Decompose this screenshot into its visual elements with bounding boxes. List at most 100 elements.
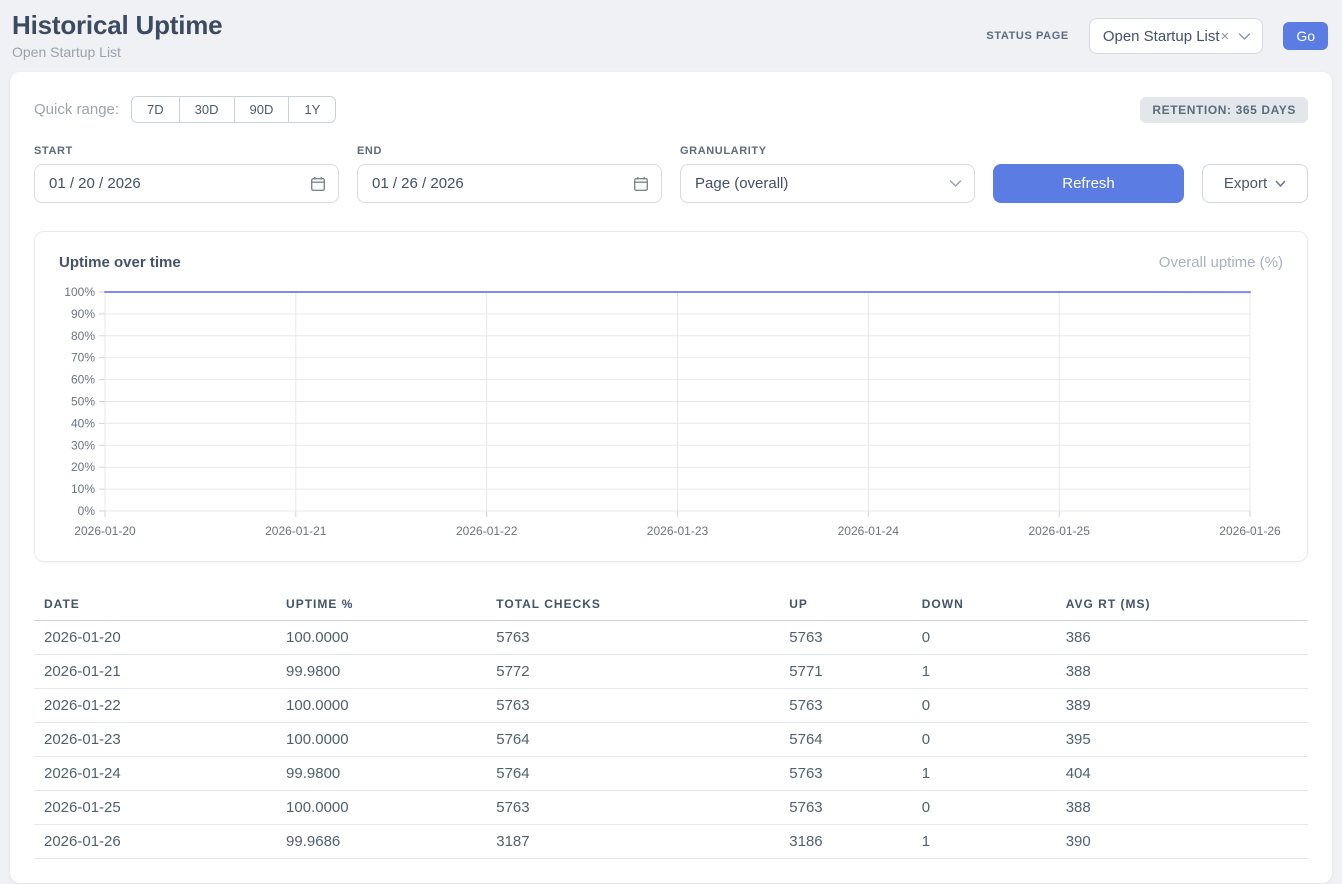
column-header: DATE xyxy=(34,588,276,621)
page-subtitle: Open Startup List xyxy=(12,44,222,60)
clear-selection-icon[interactable]: × xyxy=(1221,28,1230,45)
table-header-row: DATEUPTIME %TOTAL CHECKSUPDOWNAVG RT (MS… xyxy=(34,588,1308,621)
svg-text:100%: 100% xyxy=(64,285,95,299)
chevron-down-icon xyxy=(1275,180,1286,188)
header-controls: STATUS PAGE Open Startup List × Go xyxy=(986,18,1328,54)
table-cell: 1 xyxy=(912,825,1056,859)
table-cell: 100.0000 xyxy=(276,723,486,757)
table-cell: 100.0000 xyxy=(276,689,486,723)
table-cell: 99.9800 xyxy=(276,655,486,689)
granularity-selected-value: Page (overall) xyxy=(695,175,788,192)
quick-range-group: 7D30D90D1Y xyxy=(131,96,336,123)
svg-text:2026-01-26: 2026-01-26 xyxy=(1219,524,1281,538)
export-button[interactable]: Export xyxy=(1202,164,1308,203)
chevron-down-icon xyxy=(949,179,962,188)
table-cell: 389 xyxy=(1056,689,1308,723)
quick-range-30d[interactable]: 30D xyxy=(179,97,234,122)
chart-header: Uptime over time Overall uptime (%) xyxy=(59,254,1283,271)
table-cell: 404 xyxy=(1056,757,1308,791)
table-cell: 2026-01-22 xyxy=(34,689,276,723)
table-cell: 5763 xyxy=(779,689,911,723)
quick-range-90d[interactable]: 90D xyxy=(234,97,289,122)
table-cell: 100.0000 xyxy=(276,791,486,825)
table-body: 2026-01-20100.00005763576303862026-01-21… xyxy=(34,621,1308,859)
table-cell: 390 xyxy=(1056,825,1308,859)
svg-text:0%: 0% xyxy=(78,504,96,518)
start-date-value: 01 / 20 / 2026 xyxy=(49,175,141,192)
table-cell: 2026-01-26 xyxy=(34,825,276,859)
calendar-icon[interactable] xyxy=(633,176,649,192)
quick-range-row: Quick range: 7D30D90D1Y RETENTION: 365 D… xyxy=(34,96,1308,123)
table-cell: 5763 xyxy=(486,621,779,655)
main-panel: Quick range: 7D30D90D1Y RETENTION: 365 D… xyxy=(10,72,1332,883)
table-cell: 0 xyxy=(912,621,1056,655)
table-row: 2026-01-25100.0000576357630388 xyxy=(34,791,1308,825)
table-row: 2026-01-2199.9800577257711388 xyxy=(34,655,1308,689)
table-cell: 2026-01-20 xyxy=(34,621,276,655)
column-header: TOTAL CHECKS xyxy=(486,588,779,621)
table-cell: 5764 xyxy=(779,723,911,757)
table-cell: 395 xyxy=(1056,723,1308,757)
table-cell: 388 xyxy=(1056,791,1308,825)
uptime-chart-card: Uptime over time Overall uptime (%) 0% 10… xyxy=(34,231,1308,562)
table-cell: 5763 xyxy=(779,791,911,825)
svg-text:2026-01-21: 2026-01-21 xyxy=(265,524,327,538)
status-page-label: STATUS PAGE xyxy=(986,30,1068,42)
table-cell: 0 xyxy=(912,723,1056,757)
page-title: Historical Uptime xyxy=(12,10,222,41)
end-date-input[interactable]: 01 / 26 / 2026 xyxy=(357,164,662,203)
table-cell: 2026-01-24 xyxy=(34,757,276,791)
svg-text:50%: 50% xyxy=(71,395,95,409)
chart-legend: Overall uptime (%) xyxy=(1159,254,1283,271)
table-row: 2026-01-23100.0000576457640395 xyxy=(34,723,1308,757)
table-cell: 2026-01-23 xyxy=(34,723,276,757)
end-date-field: END 01 / 26 / 2026 xyxy=(357,145,662,203)
svg-text:2026-01-24: 2026-01-24 xyxy=(838,524,900,538)
uptime-line-chart: 0%10%20%30%40%50%60%70%80%90%100%2026-01… xyxy=(59,283,1283,543)
svg-text:80%: 80% xyxy=(71,329,95,343)
table-cell: 0 xyxy=(912,689,1056,723)
end-date-value: 01 / 26 / 2026 xyxy=(372,175,464,192)
filter-row: START 01 / 20 / 2026 END 01 / 26 / 2026 … xyxy=(34,145,1308,203)
page-header: Historical Uptime Open Startup List STAT… xyxy=(0,0,1342,72)
title-block: Historical Uptime Open Startup List xyxy=(12,10,222,60)
table-cell: 5764 xyxy=(486,723,779,757)
table-cell: 5772 xyxy=(486,655,779,689)
svg-text:90%: 90% xyxy=(71,307,95,321)
status-page-select[interactable]: Open Startup List × xyxy=(1089,18,1264,54)
column-header: UP xyxy=(779,588,911,621)
table-cell: 5763 xyxy=(779,757,911,791)
table-cell: 5763 xyxy=(486,689,779,723)
granularity-field: GRANULARITY Page (overall) xyxy=(680,145,975,203)
svg-text:70%: 70% xyxy=(71,351,95,365)
quick-range-7d[interactable]: 7D xyxy=(132,97,179,122)
table-cell: 3187 xyxy=(486,825,779,859)
table-cell: 100.0000 xyxy=(276,621,486,655)
granularity-select[interactable]: Page (overall) xyxy=(680,164,975,203)
quick-range-label: Quick range: xyxy=(34,101,119,118)
column-header: AVG RT (MS) xyxy=(1056,588,1308,621)
table-cell: 1 xyxy=(912,655,1056,689)
start-date-input[interactable]: 01 / 20 / 2026 xyxy=(34,164,339,203)
calendar-icon[interactable] xyxy=(310,176,326,192)
table-row: 2026-01-2699.9686318731861390 xyxy=(34,825,1308,859)
table-cell: 3186 xyxy=(779,825,911,859)
start-date-label: START xyxy=(34,145,339,157)
table-cell: 2026-01-21 xyxy=(34,655,276,689)
svg-text:20%: 20% xyxy=(71,460,95,474)
retention-badge: RETENTION: 365 DAYS xyxy=(1140,97,1308,123)
table-cell: 5764 xyxy=(486,757,779,791)
table-cell: 386 xyxy=(1056,621,1308,655)
svg-text:2026-01-23: 2026-01-23 xyxy=(647,524,709,538)
end-date-label: END xyxy=(357,145,662,157)
quick-range-1y[interactable]: 1Y xyxy=(288,97,335,122)
svg-text:10%: 10% xyxy=(71,482,95,496)
go-button[interactable]: Go xyxy=(1283,22,1328,50)
svg-text:2026-01-22: 2026-01-22 xyxy=(456,524,518,538)
svg-text:2026-01-20: 2026-01-20 xyxy=(74,524,136,538)
granularity-label: GRANULARITY xyxy=(680,145,975,157)
refresh-button[interactable]: Refresh xyxy=(993,164,1184,203)
uptime-chart-svg: 0%10%20%30%40%50%60%70%80%90%100%2026-01… xyxy=(59,283,1283,543)
table-cell: 0 xyxy=(912,791,1056,825)
chevron-down-icon xyxy=(1238,32,1251,41)
